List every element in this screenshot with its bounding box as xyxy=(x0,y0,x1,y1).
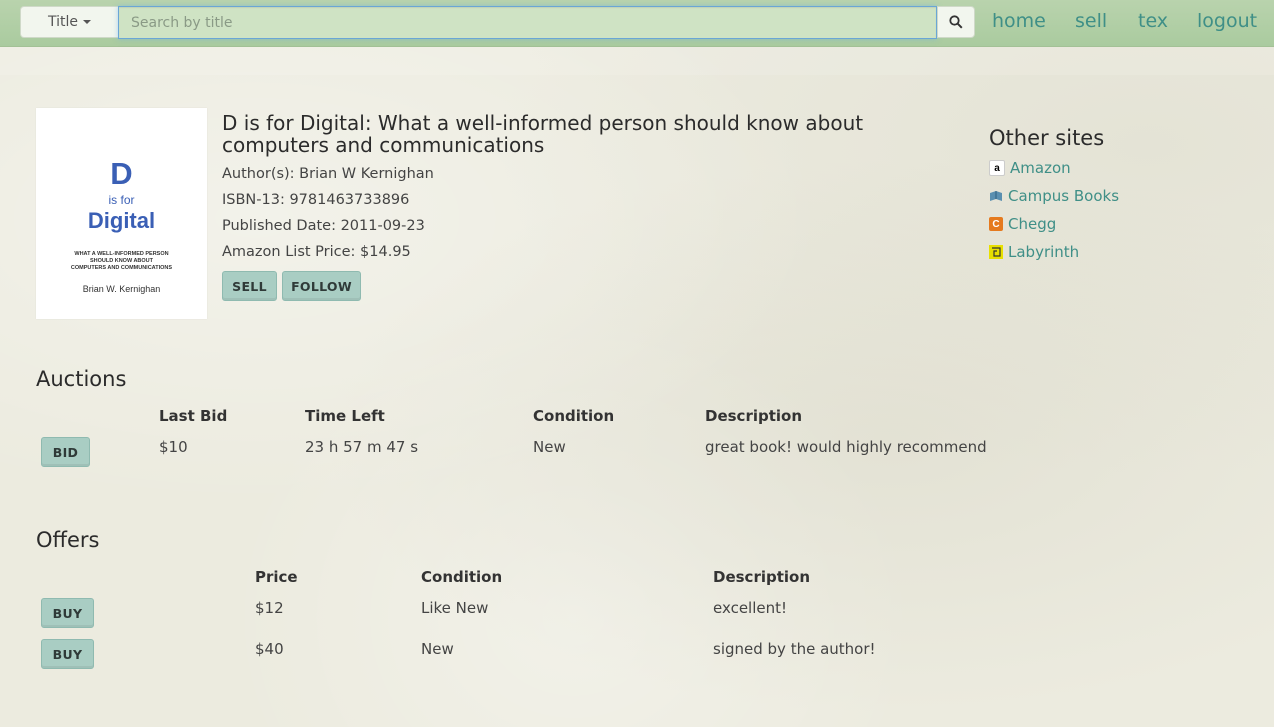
site-link-label: Chegg xyxy=(1008,215,1057,233)
auction-last-bid: $10 xyxy=(159,438,188,456)
sell-button[interactable]: SELL xyxy=(222,271,277,301)
column-header: Price xyxy=(255,568,298,586)
buy-button[interactable]: BUY xyxy=(41,639,94,669)
book-isbn: ISBN-13: 9781463733896 xyxy=(222,192,410,208)
offer-condition: New xyxy=(421,640,454,658)
column-header: Description xyxy=(713,568,811,586)
nav-home-link[interactable]: home xyxy=(992,10,1046,32)
column-header: Condition xyxy=(421,568,503,586)
column-header: Description xyxy=(705,407,803,425)
header-strip xyxy=(0,47,1274,75)
site-link-amazon[interactable]: a Amazon xyxy=(989,158,1071,178)
offer-description: signed by the author! xyxy=(713,640,876,658)
other-sites-heading: Other sites xyxy=(989,126,1105,150)
auctions-heading: Auctions xyxy=(36,367,127,391)
site-link-label: Labyrinth xyxy=(1008,243,1080,261)
cover-subtitle-line: COMPUTERS AND COMMUNICATIONS xyxy=(70,265,173,271)
column-header: Last Bid xyxy=(159,407,228,425)
nav-tex-link[interactable]: tex xyxy=(1138,10,1168,32)
search-button[interactable] xyxy=(937,6,975,38)
offer-price: $12 xyxy=(255,599,284,617)
offer-condition: Like New xyxy=(421,599,489,617)
site-link-campus-books[interactable]: Campus Books xyxy=(989,186,1119,206)
nav-sell-link[interactable]: sell xyxy=(1075,10,1107,32)
chegg-icon: C xyxy=(989,217,1003,231)
cover-big-letter: D xyxy=(110,156,133,191)
column-header: Condition xyxy=(533,407,615,425)
book-title: D is for Digital: What a well-informed p… xyxy=(222,111,864,157)
book-list-price: Amazon List Price: $14.95 xyxy=(222,244,411,260)
cover-word: Digital xyxy=(87,208,156,233)
search-input[interactable] xyxy=(118,6,937,39)
search-type-dropdown[interactable]: Title xyxy=(20,6,118,38)
amazon-icon: a xyxy=(989,160,1005,176)
cover-subtitle-line: WHAT A WELL-INFORMED PERSON xyxy=(74,251,169,257)
column-header: Time Left xyxy=(305,407,385,425)
search-type-label: Title xyxy=(47,14,78,30)
follow-button[interactable]: FOLLOW xyxy=(282,271,361,301)
search-icon xyxy=(949,15,963,29)
offer-price: $40 xyxy=(255,640,284,658)
book-cover-image: D is for Digital WHAT A WELL-INFORMED PE… xyxy=(36,108,207,319)
campus-books-icon xyxy=(989,189,1003,203)
nav-logout-link[interactable]: logout xyxy=(1197,10,1257,32)
offer-description: excellent! xyxy=(713,599,788,617)
cover-is-for: is for xyxy=(108,193,135,207)
book-published-date: Published Date: 2011-09-23 xyxy=(222,218,425,234)
labyrinth-icon xyxy=(989,245,1003,259)
caret-down-icon xyxy=(83,20,91,24)
site-link-labyrinth[interactable]: Labyrinth xyxy=(989,242,1079,262)
site-link-label: Campus Books xyxy=(1008,187,1120,205)
auction-description: great book! would highly recommend xyxy=(705,438,987,456)
auction-condition: New xyxy=(533,438,566,456)
site-link-label: Amazon xyxy=(1010,159,1071,177)
bid-button[interactable]: BID xyxy=(41,437,90,467)
buy-button[interactable]: BUY xyxy=(41,598,94,628)
site-link-chegg[interactable]: C Chegg xyxy=(989,214,1056,234)
book-authors: Author(s): Brian W Kernighan xyxy=(222,166,434,182)
offers-heading: Offers xyxy=(36,528,100,552)
top-navbar: Title home sell tex logout xyxy=(0,0,1274,47)
cover-author: Brian W. Kernighan xyxy=(82,284,161,294)
auction-time-left: 23 h 57 m 47 s xyxy=(305,438,419,456)
cover-subtitle-line: SHOULD KNOW ABOUT xyxy=(89,258,154,264)
